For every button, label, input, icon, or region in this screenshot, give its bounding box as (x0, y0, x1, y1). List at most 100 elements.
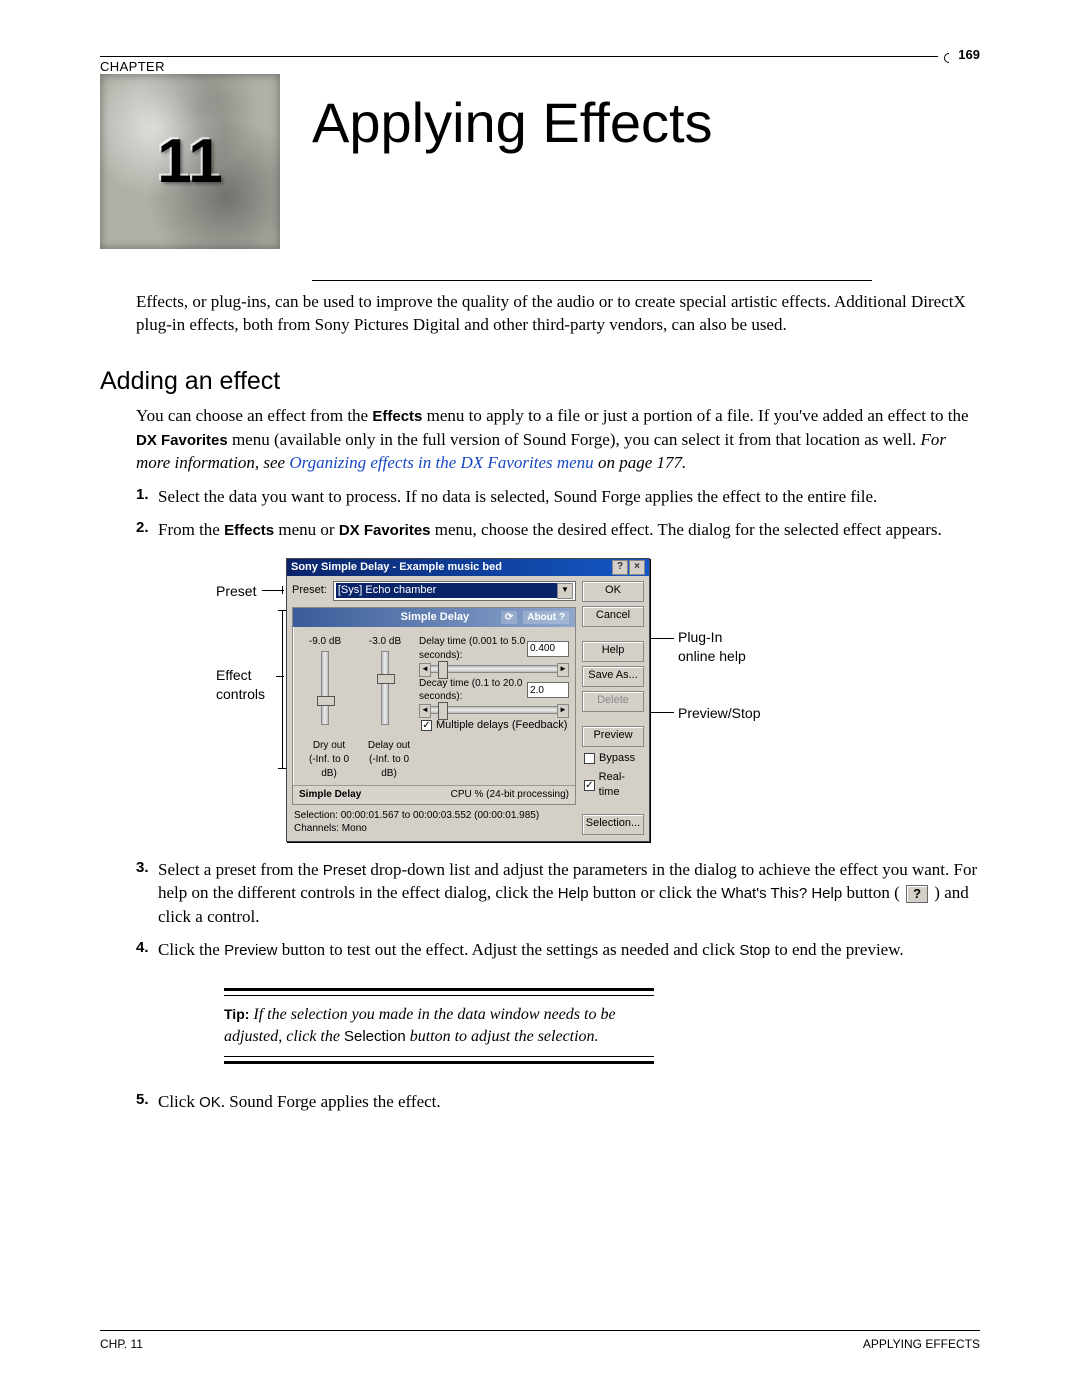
callout-preset: Preset (216, 582, 256, 601)
text: menu (available only in the full version… (228, 430, 921, 449)
callout-line (650, 638, 674, 639)
preset-label: Preset: (292, 583, 327, 598)
slider-captions: Dry out (-Inf. to 0 dB) Delay out (-Inf.… (293, 739, 575, 784)
text: Select a preset from the (158, 860, 323, 879)
dialog-main: Preset: [Sys] Echo chamber ▼ Simple Dela… (292, 581, 576, 835)
title-rule (312, 280, 872, 281)
footer-right: APPLYING EFFECTS (863, 1337, 980, 1351)
checkbox-icon[interactable]: ✓ (584, 780, 595, 791)
slider-right-arrow[interactable]: ► (557, 663, 569, 677)
preview-button[interactable]: Preview (582, 726, 644, 747)
panel-body: -9.0 dB -3.0 dB (293, 627, 575, 739)
text: button or click the (589, 883, 722, 902)
header-rule: 169 (100, 56, 980, 57)
page-number: 169 (938, 47, 980, 62)
xref-tail: on page 177. (594, 453, 687, 472)
step-text: Select the data you want to process. If … (158, 487, 877, 506)
ok-button[interactable]: OK (582, 581, 644, 602)
dx-favorites-ref: DX Favorites (136, 432, 228, 449)
selection-info: Selection: 00:00:01.567 to 00:00:03.552 … (292, 805, 576, 835)
callout-line (262, 590, 284, 591)
delay-time-slider[interactable]: ◄ ► (419, 665, 569, 673)
checkbox-label: Multiple delays (Feedback) (436, 718, 567, 733)
effects-menu-ref: Effects (372, 408, 422, 425)
section-heading: Adding an effect (100, 367, 980, 396)
chapter-number: 11 (157, 126, 223, 197)
dry-slider[interactable] (321, 651, 329, 725)
text: From the (158, 520, 224, 539)
slider-left-arrow[interactable]: ◄ (419, 663, 431, 677)
callout-plugin-help: Plug-In online help (678, 628, 746, 667)
panel-footer: Simple Delay CPU % (24-bit processing) (293, 785, 575, 804)
text: button to test out the effect. Adjust th… (277, 940, 739, 959)
close-icon[interactable]: × (629, 560, 645, 575)
slider-thumb[interactable] (377, 674, 395, 684)
selection-button[interactable]: Selection... (582, 814, 644, 835)
dialog-title-text: Sony Simple Delay - Example music bed (291, 560, 502, 575)
dry-range: (-Inf. to 0 dB) (303, 753, 355, 781)
selection-text: Selection: 00:00:01.567 to 00:00:03.552 … (294, 809, 539, 822)
delete-button[interactable]: Delete (582, 691, 644, 712)
step-1: 1. Select the data you want to process. … (136, 485, 980, 508)
delay-time-label: Delay time (0.001 to 5.0 seconds): (419, 635, 527, 663)
selection-ref: Selection (344, 1028, 406, 1045)
text: to end the preview. (770, 940, 903, 959)
dxfav-ref: DX Favorites (339, 522, 431, 539)
chevron-down-icon[interactable]: ▼ (557, 583, 573, 599)
checkbox-icon[interactable]: ✓ (421, 720, 432, 731)
decay-time-row: Decay time (0.1 to 20.0 seconds): ◄ ► (419, 677, 569, 715)
step-4: 4. Click the Preview button to test out … (136, 938, 980, 1074)
xref-link[interactable]: Organizing effects in the DX Favorites m… (289, 453, 593, 472)
dry-value: -9.0 dB (309, 635, 341, 649)
help-button[interactable]: Help (582, 641, 644, 662)
paragraph-1: You can choose an effect from the Effect… (136, 404, 980, 475)
slider-right-arrow[interactable]: ► (557, 704, 569, 718)
callout-tick (282, 586, 283, 594)
footer-left: Simple Delay (299, 788, 361, 802)
dry-out-label: Dry out (303, 739, 355, 753)
text: menu or (274, 520, 339, 539)
chapter-label: CHAPTER (100, 59, 980, 74)
text: menu to apply to a file or just a portio… (422, 406, 968, 425)
decay-time-input[interactable] (527, 682, 569, 698)
cancel-button[interactable]: Cancel (582, 606, 644, 627)
slider-left-arrow[interactable]: ◄ (419, 704, 431, 718)
dialog-titlebar: Sony Simple Delay - Example music bed ? … (287, 559, 649, 576)
preset-ref: Preset (323, 862, 366, 879)
tip-box: Tip: If the selection you made in the da… (214, 978, 664, 1074)
page-footer: CHP. 11 APPLYING EFFECTS (100, 1330, 980, 1351)
refresh-icon[interactable]: ⟳ (501, 611, 517, 625)
help-icon[interactable]: ? (612, 560, 628, 575)
panel-tab-text: Simple Delay (401, 610, 469, 625)
multiple-delays-checkbox[interactable]: ✓ Multiple delays (Feedback) (421, 718, 569, 733)
slider-thumb[interactable] (317, 696, 335, 706)
delay-out-slider: -3.0 dB (359, 635, 411, 733)
stop-ref: Stop (739, 942, 770, 959)
bypass-checkbox[interactable]: Bypass (584, 751, 644, 766)
delay-slider[interactable] (381, 651, 389, 725)
slider-thumb[interactable] (438, 661, 448, 679)
dialog-sidebar: OK Cancel Help Save As... Delete Preview… (582, 581, 644, 835)
dialog-simple-delay: Sony Simple Delay - Example music bed ? … (286, 558, 650, 842)
realtime-checkbox[interactable]: ✓ Real-time (584, 770, 644, 800)
help-ref: Help (558, 885, 589, 902)
about-button[interactable]: About ? (523, 611, 569, 625)
preview-ref: Preview (224, 942, 277, 959)
dry-out-slider: -9.0 dB (299, 635, 351, 733)
callout-tick (278, 768, 286, 769)
checkbox-icon[interactable] (584, 753, 595, 764)
section-body: You can choose an effect from the Effect… (136, 404, 980, 475)
delay-time-input[interactable] (527, 641, 569, 657)
tip-rule-bottom (224, 1056, 654, 1064)
callout-line (650, 712, 674, 713)
step-3: 3. Select a preset from the Preset drop-… (136, 858, 980, 929)
save-as-button[interactable]: Save As... (582, 666, 644, 687)
text: Click (158, 1092, 199, 1111)
delay-out-label: Delay out (363, 739, 415, 753)
slider-thumb[interactable] (438, 702, 448, 720)
decay-time-slider[interactable]: ◄ ► (419, 706, 569, 714)
decay-time-label: Decay time (0.1 to 20.0 seconds): (419, 677, 527, 705)
bypass-label: Bypass (599, 751, 635, 766)
footer-right: CPU % (24-bit processing) (451, 788, 569, 802)
preset-dropdown[interactable]: [Sys] Echo chamber ▼ (333, 581, 576, 601)
